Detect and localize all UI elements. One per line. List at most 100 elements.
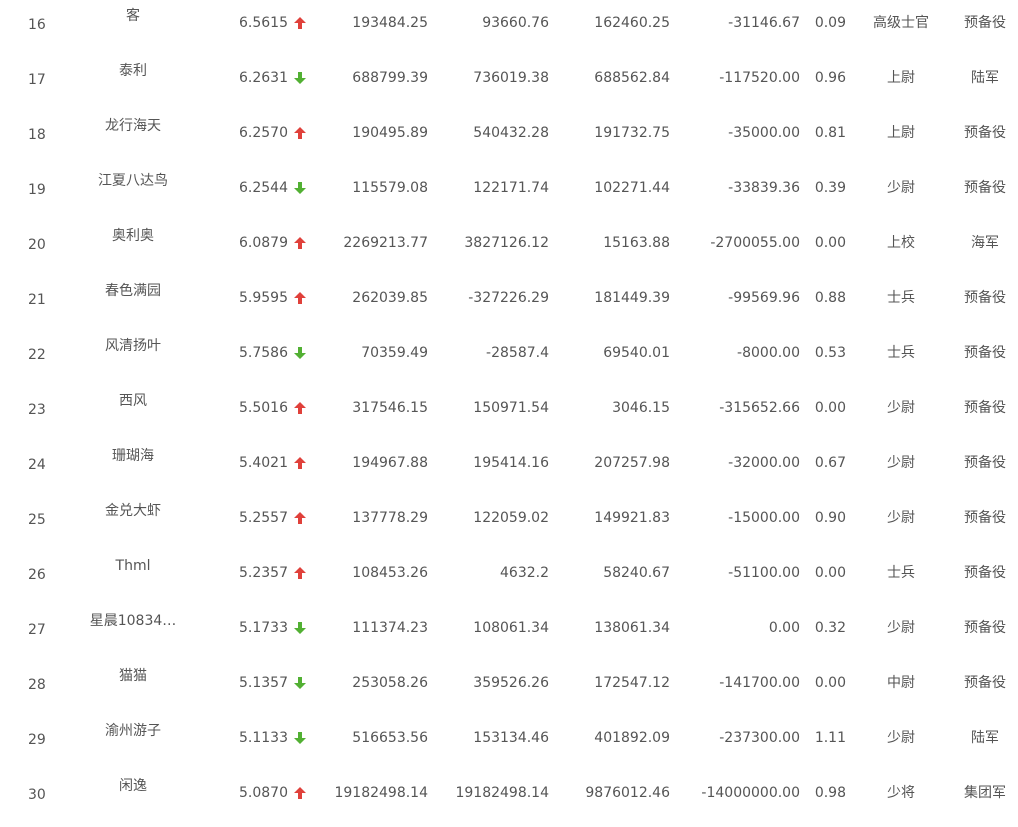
ratio-value: 0.53	[814, 345, 846, 361]
arrow-up-icon	[294, 399, 306, 415]
arrow-down-icon	[294, 729, 306, 745]
value-col-3: 3046.15	[612, 400, 670, 416]
value-col-2: -327226.29	[468, 290, 549, 306]
value-col-4: -117520.00	[719, 70, 800, 86]
military-branch: 预备役	[964, 125, 1006, 141]
user-name: 风清扬叶	[105, 338, 161, 354]
user-name: 泰利	[119, 63, 147, 79]
value-col-3: 15163.88	[603, 235, 670, 251]
user-name: 西风	[119, 393, 147, 409]
military-branch: 预备役	[964, 455, 1006, 471]
score-value: 5.1733	[239, 620, 288, 636]
score-value: 5.2557	[239, 510, 288, 526]
score-value: 5.1357	[239, 675, 288, 691]
rank-number: 18	[28, 127, 46, 143]
rank-number: 25	[28, 512, 46, 528]
value-col-2: -28587.4	[486, 345, 549, 361]
arrow-down-icon	[294, 619, 306, 635]
user-name: 江夏八达鸟	[98, 173, 168, 189]
table-row: 30 闲逸 5.0870 19182498.14 19182498.14 987…	[0, 772, 1018, 827]
military-rank: 少将	[887, 785, 915, 801]
value-col-1: 190495.89	[352, 125, 428, 141]
military-branch: 预备役	[964, 510, 1006, 526]
ranking-table: 16 客 6.5615 193484.25 93660.76 162460.25…	[0, 0, 1018, 808]
value-col-3: 69540.01	[603, 345, 670, 361]
ratio-value: 0.88	[814, 290, 846, 306]
score-value: 5.9595	[239, 290, 288, 306]
military-branch: 陆军	[971, 730, 999, 746]
arrow-up-icon	[294, 124, 306, 140]
score-value: 6.2544	[239, 180, 288, 196]
value-col-1: 111374.23	[352, 620, 428, 636]
table-row: 26 Thml 5.2357 108453.26 4632.2 58240.67…	[0, 552, 1018, 607]
rank-number: 17	[28, 72, 46, 88]
military-rank: 少尉	[887, 620, 915, 636]
value-col-2: 122171.74	[473, 180, 549, 196]
user-name: 渝州游子	[105, 723, 161, 739]
value-col-2: 359526.26	[473, 675, 549, 691]
ratio-value: 0.81	[814, 125, 846, 141]
score-value: 5.0870	[239, 785, 288, 801]
military-rank: 上尉	[887, 125, 915, 141]
value-col-3: 138061.34	[594, 620, 670, 636]
value-col-4: -31146.67	[728, 15, 800, 31]
value-col-1: 317546.15	[352, 400, 428, 416]
score-value: 6.0879	[239, 235, 288, 251]
value-col-3: 102271.44	[594, 180, 670, 196]
value-col-4: -15000.00	[728, 510, 800, 526]
military-branch: 预备役	[964, 15, 1006, 31]
table-row: 24 珊瑚海 5.4021 194967.88 195414.16 207257…	[0, 442, 1018, 497]
value-col-3: 207257.98	[594, 455, 670, 471]
score-value: 6.5615	[239, 15, 288, 31]
arrow-down-icon	[294, 179, 306, 195]
rank-number: 22	[28, 347, 46, 363]
military-rank: 少尉	[887, 455, 915, 471]
military-rank: 少尉	[887, 180, 915, 196]
rank-number: 28	[28, 677, 46, 693]
military-rank: 士兵	[887, 345, 915, 361]
value-col-4: 0.00	[768, 620, 800, 636]
table-row: 19 江夏八达鸟 6.2544 115579.08 122171.74 1022…	[0, 167, 1018, 222]
military-branch: 预备役	[964, 565, 1006, 581]
value-col-4: -2700055.00	[710, 235, 800, 251]
table-row: 27 星晨10834… 5.1733 111374.23 108061.34 1…	[0, 607, 1018, 662]
table-row: 18 龙行海天 6.2570 190495.89 540432.28 19173…	[0, 112, 1018, 167]
table-row: 17 泰利 6.2631 688799.39 736019.38 688562.…	[0, 57, 1018, 112]
arrow-down-icon	[294, 674, 306, 690]
military-rank: 上校	[887, 235, 915, 251]
arrow-up-icon	[294, 454, 306, 470]
value-col-3: 181449.39	[594, 290, 670, 306]
value-col-3: 9876012.46	[585, 785, 670, 801]
score-value: 6.2631	[239, 70, 288, 86]
military-rank: 上尉	[887, 70, 915, 86]
value-col-4: -33839.36	[728, 180, 800, 196]
military-rank: 中尉	[887, 675, 915, 691]
value-col-4: -8000.00	[737, 345, 800, 361]
value-col-4: -14000000.00	[701, 785, 800, 801]
table-row: 21 春色满园 5.9595 262039.85 -327226.29 1814…	[0, 277, 1018, 332]
table-row: 28 猫猫 5.1357 253058.26 359526.26 172547.…	[0, 662, 1018, 717]
rank-number: 30	[28, 787, 46, 803]
table-row: 20 奥利奥 6.0879 2269213.77 3827126.12 1516…	[0, 222, 1018, 277]
arrow-down-icon	[294, 344, 306, 360]
military-branch: 集团军	[964, 785, 1006, 801]
military-branch: 预备役	[964, 290, 1006, 306]
value-col-4: -237300.00	[719, 730, 800, 746]
military-rank: 士兵	[887, 290, 915, 306]
military-branch: 预备役	[964, 400, 1006, 416]
value-col-2: 195414.16	[473, 455, 549, 471]
value-col-2: 3827126.12	[464, 235, 549, 251]
user-name: 奥利奥	[112, 228, 154, 244]
value-col-1: 194967.88	[352, 455, 428, 471]
military-rank: 高级士官	[873, 15, 929, 31]
user-name: 猫猫	[119, 668, 147, 684]
value-col-2: 93660.76	[482, 15, 549, 31]
score-value: 5.4021	[239, 455, 288, 471]
value-col-1: 253058.26	[352, 675, 428, 691]
user-name: 星晨10834…	[89, 613, 177, 629]
rank-number: 20	[28, 237, 46, 253]
value-col-3: 191732.75	[594, 125, 670, 141]
value-col-4: -141700.00	[719, 675, 800, 691]
user-name: 春色满园	[105, 283, 161, 299]
value-col-1: 19182498.14	[334, 785, 428, 801]
